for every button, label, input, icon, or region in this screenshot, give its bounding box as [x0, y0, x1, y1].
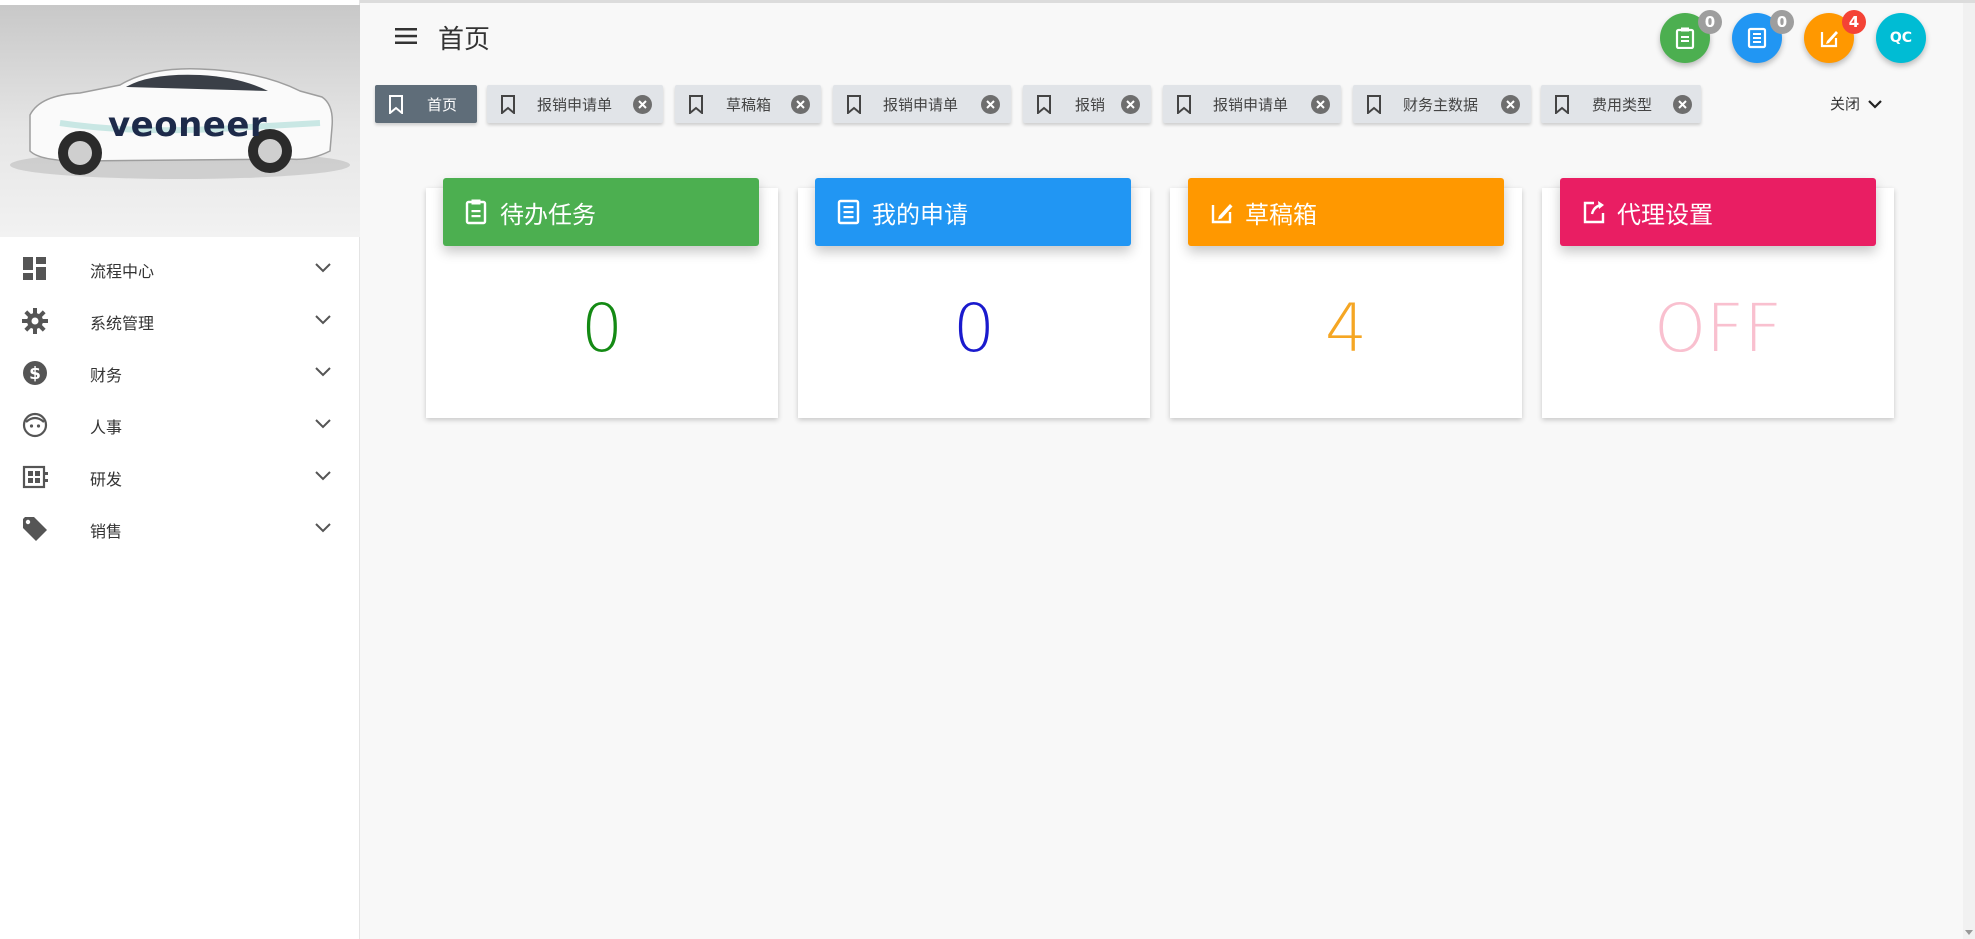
chevron-down-icon: [315, 367, 331, 377]
edit-note-icon: [1211, 204, 1233, 224]
todo-count-badge: 0: [1698, 10, 1722, 34]
face-icon: [22, 412, 48, 438]
bookmark-icon: [689, 95, 703, 114]
sidebar-item-label: 销售: [90, 522, 123, 541]
gear-icon: [22, 308, 48, 334]
page-title: 首页: [438, 25, 491, 55]
tab-expense-request-2[interactable]: 报销申请单: [833, 85, 1011, 123]
todo-button[interactable]: 0: [1660, 10, 1722, 63]
sidebar-item-finance[interactable]: $ 财务: [0, 346, 360, 398]
tab-label: 草稿箱: [726, 96, 772, 114]
user-avatar[interactable]: QC: [1876, 13, 1926, 63]
dashboard-icon: [23, 257, 46, 280]
sidebar-item-label: 系统管理: [90, 314, 155, 333]
tab-home[interactable]: 首页: [375, 85, 477, 123]
tab-label: 报销申请单: [883, 96, 959, 114]
tab-close-icon[interactable]: [633, 95, 652, 114]
tab-close-icon[interactable]: [791, 95, 810, 114]
scroll-down-arrow-icon[interactable]: [1965, 928, 1973, 936]
tab-close-icon[interactable]: [1311, 95, 1330, 114]
tab-expense[interactable]: 报销: [1023, 85, 1151, 123]
avatar-initials: QC: [1889, 30, 1913, 46]
sidebar-item-hr[interactable]: 人事: [0, 398, 360, 450]
sidebar-item-label: 财务: [90, 366, 123, 385]
share-icon: [1583, 201, 1605, 224]
tab-expense-request-3[interactable]: 报销申请单: [1163, 85, 1341, 123]
sidebar-item-system-management[interactable]: 系统管理: [0, 294, 360, 346]
edit-note-icon: [1820, 31, 1838, 48]
card-todo-header[interactable]: 待办任务: [443, 178, 759, 246]
bookmark-icon: [389, 95, 403, 114]
sidebar: veoneer 流程中心 系统管理 $ 财务 人事 研发 销售: [0, 0, 360, 939]
sidebar-item-label: 人事: [90, 418, 123, 437]
list-doc-icon: [837, 199, 860, 225]
close-tabs-label: 关闭: [1830, 95, 1861, 113]
clipboard-icon: [465, 199, 487, 225]
card-requests-header[interactable]: 我的申请: [815, 178, 1131, 246]
close-tabs-dropdown[interactable]: 关闭: [1830, 93, 1884, 114]
tab-label: 财务主数据: [1403, 96, 1479, 114]
card-drafts-header[interactable]: 草稿箱: [1188, 178, 1504, 246]
chevron-down-icon: [315, 263, 331, 273]
tag-icon: [23, 517, 47, 541]
vertical-scrollbar[interactable]: [1963, 3, 1975, 939]
tab-drafts[interactable]: 草稿箱: [675, 85, 821, 123]
tab-expense-type[interactable]: 费用类型: [1541, 85, 1701, 123]
card-requests-value: 0: [953, 290, 995, 367]
drafts-count-badge: 4: [1842, 10, 1866, 34]
logo-banner: veoneer: [0, 5, 360, 237]
bookmark-icon: [1037, 95, 1051, 114]
clipboard-icon: [1675, 27, 1695, 49]
bookmark-icon: [1555, 95, 1569, 114]
list-doc-icon: [1747, 27, 1767, 49]
sidebar-item-label: 流程中心: [90, 262, 155, 281]
card-title: 我的申请: [872, 201, 968, 229]
logo-text: veoneer: [108, 105, 268, 145]
tab-close-icon[interactable]: [1673, 95, 1692, 114]
chevron-down-icon: [315, 471, 331, 481]
chevron-down-icon: [315, 523, 331, 533]
sidebar-item-rnd[interactable]: 研发: [0, 450, 360, 502]
tab-expense-request-1[interactable]: 报销申请单: [487, 85, 663, 123]
card-title: 代理设置: [1617, 201, 1713, 229]
tab-close-icon[interactable]: [1501, 95, 1520, 114]
card-title: 草稿箱: [1245, 201, 1317, 229]
chevron-down-icon: [315, 419, 331, 429]
requests-count-badge: 0: [1770, 10, 1794, 34]
tab-close-icon[interactable]: [1121, 95, 1140, 114]
svg-text:$: $: [29, 364, 41, 384]
card-todo-value: 0: [581, 290, 623, 367]
tab-label: 报销: [1075, 96, 1106, 114]
card-title: 待办任务: [500, 201, 596, 229]
dollar-icon: $: [23, 361, 47, 385]
sidebar-nav: 流程中心 系统管理 $ 财务 人事 研发 销售: [0, 242, 360, 554]
top-border: [360, 0, 1975, 3]
card-delegate-value: OFF: [1654, 290, 1782, 367]
my-requests-button[interactable]: 0: [1732, 10, 1794, 63]
bookmark-icon: [1177, 95, 1191, 114]
card-drafts-value: 4: [1325, 290, 1367, 367]
hamburger-menu-icon[interactable]: [392, 22, 420, 50]
tab-finance-master-data[interactable]: 财务主数据: [1353, 85, 1531, 123]
tab-label: 首页: [427, 96, 458, 114]
card-delegate-header[interactable]: 代理设置: [1560, 178, 1876, 246]
chip-icon: [22, 465, 48, 489]
tab-close-icon[interactable]: [981, 95, 1000, 114]
bookmark-icon: [1367, 95, 1381, 114]
chevron-down-icon: [1868, 99, 1882, 109]
bookmark-icon: [501, 95, 515, 114]
sidebar-item-sales[interactable]: 销售: [0, 502, 360, 554]
tab-label: 报销申请单: [1213, 96, 1289, 114]
chevron-down-icon: [315, 315, 331, 325]
sidebar-item-process-center[interactable]: 流程中心: [0, 242, 360, 294]
tab-label: 报销申请单: [537, 96, 613, 114]
bookmark-icon: [847, 95, 861, 114]
drafts-button[interactable]: 4: [1804, 10, 1866, 63]
sidebar-item-label: 研发: [90, 470, 123, 489]
tab-label: 费用类型: [1592, 96, 1653, 114]
